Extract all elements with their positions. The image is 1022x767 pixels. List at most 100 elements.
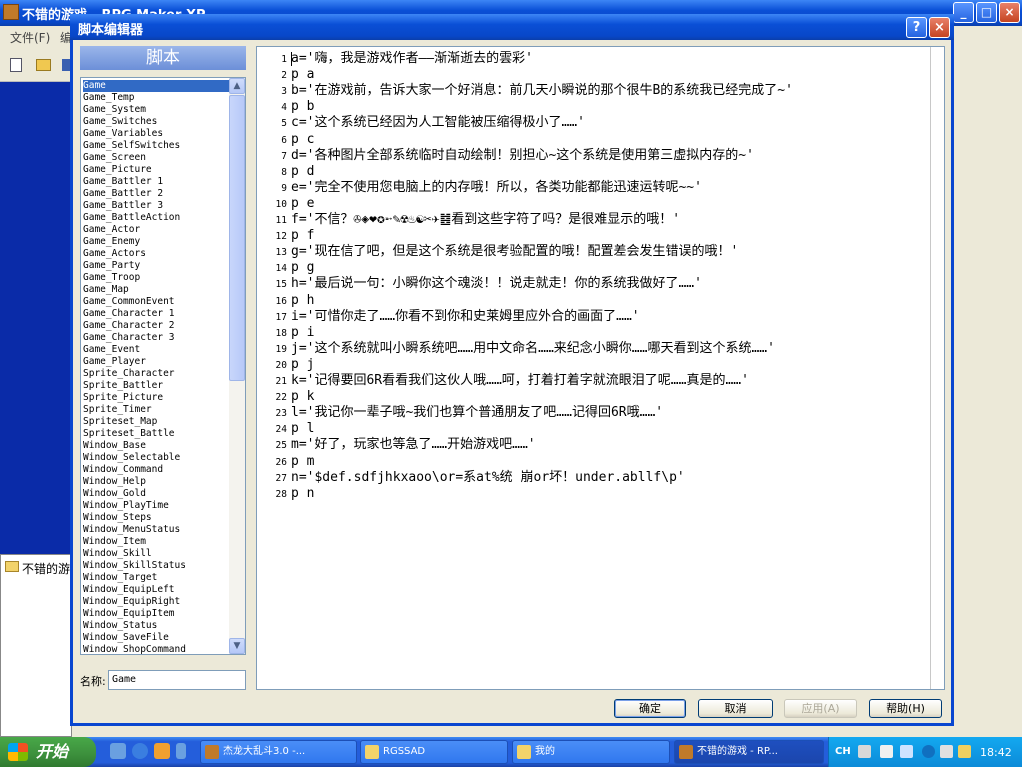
code-line[interactable]: f='不信？✇◈❤✪➵✎☢♨☯✂✈䷾看到这些字符了吗？是很难显示的哦！' — [291, 212, 680, 228]
script-list-item[interactable]: Spriteset_Battle — [83, 428, 230, 440]
quicklaunch-more-icon[interactable] — [176, 743, 186, 759]
code-line[interactable]: p b — [291, 99, 314, 115]
scroll-down-icon[interactable]: ▼ — [229, 638, 245, 654]
script-list-item[interactable]: Window_Item — [83, 536, 230, 548]
language-indicator[interactable]: CH — [835, 746, 851, 757]
script-list-item[interactable]: Game_Troop — [83, 272, 230, 284]
code-line[interactable]: p c — [291, 132, 314, 148]
script-list-item[interactable]: Sprite_Picture — [83, 392, 230, 404]
script-list-item[interactable]: Game_Actors — [83, 248, 230, 260]
script-list-item[interactable]: Window_SaveFile — [83, 632, 230, 644]
script-list-item[interactable]: Window_SkillStatus — [83, 560, 230, 572]
script-list-item[interactable]: Game_Party — [83, 260, 230, 272]
script-list-item[interactable]: Window_EquipRight — [83, 596, 230, 608]
script-list-item[interactable]: Game_Character 3 — [83, 332, 230, 344]
expand-tray-icon[interactable] — [922, 745, 935, 758]
volume-icon[interactable] — [958, 745, 971, 758]
script-list-item[interactable]: Game_Temp — [83, 92, 230, 104]
open-folder-icon[interactable] — [36, 59, 51, 71]
code-line[interactable]: j='这个系统就叫小瞬系统吧……用中文命名……来纪念小瞬你……哪天看到这个系统…… — [291, 341, 775, 357]
code-line[interactable]: l='我记你一辈子哦~我们也算个普通朋友了吧……记得回6R哦……' — [291, 405, 663, 421]
script-list[interactable]: Game Game_Temp Game_System Game_Switches Gam… — [80, 77, 246, 655]
script-list-item[interactable]: Window_EquipItem — [83, 608, 230, 620]
code-line[interactable]: p h — [291, 293, 314, 309]
menu-file[interactable]: 文件(F) — [10, 29, 50, 46]
ok-button[interactable]: 确定 — [614, 699, 686, 718]
taskbar-item[interactable]: 杰龙大乱斗3.0 -... — [200, 740, 357, 764]
keyboard-icon[interactable] — [858, 745, 871, 758]
code-line[interactable]: m='好了，玩家也等急了……开始游戏吧……' — [291, 437, 536, 453]
script-list-item[interactable]: Sprite_Battler — [83, 380, 230, 392]
script-list-item[interactable]: Sprite_Character — [83, 368, 230, 380]
script-list-item[interactable]: Game_SelfSwitches — [83, 140, 230, 152]
script-list-item[interactable]: Window_Gold — [83, 488, 230, 500]
script-list-item[interactable]: Game_Actor — [83, 224, 230, 236]
script-list-item[interactable]: Window_Selectable — [83, 452, 230, 464]
script-list-scrollbar[interactable]: ▲ ▼ — [229, 78, 245, 654]
script-list-item[interactable]: Window_Status — [83, 620, 230, 632]
ime-icon[interactable] — [880, 745, 893, 758]
internet-explorer-icon[interactable] — [132, 743, 148, 759]
script-list-item[interactable]: Game_Battler 2 — [83, 188, 230, 200]
code-line[interactable]: p l — [291, 421, 314, 437]
tree-item-project[interactable]: 不错的游 — [22, 560, 70, 577]
code-line[interactable]: k='记得要回6R看看我们这伙人哦……呵，打着打着字就流眼泪了呢……真是的……' — [291, 373, 749, 389]
apply-button[interactable]: 应用(A) — [784, 699, 857, 718]
script-list-item[interactable]: Window_PlayTime — [83, 500, 230, 512]
code-line[interactable]: p k — [291, 389, 314, 405]
script-list-item[interactable]: Game_BattleAction — [83, 212, 230, 224]
script-list-item[interactable]: Game_Switches — [83, 116, 230, 128]
taskbar-item-active[interactable]: 不错的游戏 - RP... — [674, 740, 824, 764]
code-line[interactable]: p i — [291, 325, 314, 341]
code-line[interactable]: p a — [291, 67, 314, 83]
help-icon[interactable]: ? — [906, 17, 927, 38]
script-list-item[interactable]: Game — [83, 80, 230, 92]
map-view[interactable] — [0, 82, 72, 554]
code-line[interactable]: p n — [291, 486, 314, 502]
code-editor[interactable] — [256, 46, 945, 690]
close-button[interactable]: × — [999, 2, 1020, 23]
cancel-button[interactable]: 取消 — [698, 699, 773, 718]
taskbar-item[interactable]: 我的 — [512, 740, 670, 764]
code-line[interactable]: d='各种图片全部系统临时自动绘制！别担心~这个系统是使用第三虚拟内存的~' — [291, 148, 754, 164]
maximize-button[interactable]: □ — [976, 2, 997, 23]
code-line[interactable]: g='现在信了吧，但是这个系统是很考验配置的哦！配置差会发生错误的哦！' — [291, 244, 738, 260]
new-file-icon[interactable] — [10, 58, 22, 72]
script-list-item[interactable]: Game_Screen — [83, 152, 230, 164]
script-list-item[interactable]: Window_MenuStatus — [83, 524, 230, 536]
script-list-item[interactable]: Window_ShopCommand — [83, 644, 230, 654]
help-button[interactable]: 帮助(H) — [869, 699, 942, 718]
help-tray-icon[interactable] — [900, 745, 913, 758]
script-list-item[interactable]: Game_Picture — [83, 164, 230, 176]
code-line[interactable]: p m — [291, 454, 314, 470]
code-line[interactable]: p g — [291, 260, 314, 276]
script-list-item[interactable]: Window_Base — [83, 440, 230, 452]
script-list-item[interactable]: Game_CommonEvent — [83, 296, 230, 308]
script-list-item[interactable]: Window_Target — [83, 572, 230, 584]
code-line[interactable]: p f — [291, 228, 314, 244]
script-list-item[interactable]: Game_Character 2 — [83, 320, 230, 332]
script-list-item[interactable]: Spriteset_Map — [83, 416, 230, 428]
script-list-item[interactable]: Game_Event — [83, 344, 230, 356]
code-line[interactable]: i='可惜你走了……你看不到你和史莱姆里应外合的画面了……' — [291, 309, 640, 325]
script-list-item[interactable]: Game_Player — [83, 356, 230, 368]
media-player-icon[interactable] — [154, 743, 170, 759]
code-line[interactable]: n='$def.sdfjhkxaoo\or=系at%统 崩or坏！under.a… — [291, 470, 685, 486]
close-icon[interactable]: × — [929, 17, 950, 38]
script-list-item[interactable]: Window_Skill — [83, 548, 230, 560]
show-desktop-icon[interactable] — [110, 743, 126, 759]
code-line[interactable]: p d — [291, 164, 314, 180]
script-list-item[interactable]: Game_System — [83, 104, 230, 116]
code-line[interactable]: h='最后说一句：小瞬你这个魂淡！！说走就走！你的系统我做好了……' — [291, 276, 702, 292]
script-list-item[interactable]: Game_Map — [83, 284, 230, 296]
code-line[interactable]: p e — [291, 196, 314, 212]
script-list-item[interactable]: Window_Help — [83, 476, 230, 488]
script-list-item[interactable]: Game_Battler 3 — [83, 200, 230, 212]
script-list-item[interactable]: Sprite_Timer — [83, 404, 230, 416]
code-line[interactable]: p j — [291, 357, 314, 373]
code-line[interactable]: c='这个系统已经因为人工智能被压缩得极小了……' — [291, 115, 585, 131]
scroll-up-icon[interactable]: ▲ — [229, 78, 245, 94]
script-list-item[interactable]: Window_Command — [83, 464, 230, 476]
minimize-button[interactable]: _ — [953, 2, 974, 23]
script-list-item[interactable]: Game_Variables — [83, 128, 230, 140]
